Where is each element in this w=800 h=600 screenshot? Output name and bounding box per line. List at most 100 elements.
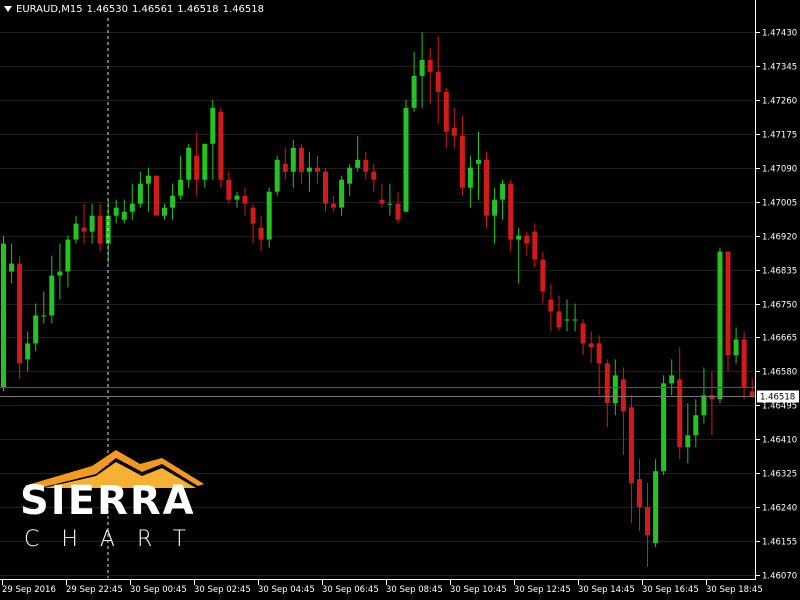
candle-body bbox=[81, 227, 87, 232]
candle bbox=[218, 107, 224, 188]
candle-body bbox=[419, 59, 425, 76]
candle-body bbox=[282, 163, 288, 172]
candle-body bbox=[435, 71, 441, 92]
ohlc-high: 1.46561 bbox=[131, 4, 174, 15]
time-tick-label: 30 Sep 12:45 bbox=[514, 585, 571, 595]
candle-body bbox=[258, 227, 264, 240]
price-tick-label: 1.46325 bbox=[762, 470, 797, 480]
price-tick-label: 1.46835 bbox=[762, 267, 797, 277]
chart-header[interactable]: EURAUD,M15 1.46530 1.46561 1.46518 1.46518 bbox=[4, 4, 268, 15]
candle-body bbox=[588, 343, 594, 348]
time-tick-label: 30 Sep 06:45 bbox=[322, 585, 379, 595]
candle-body bbox=[137, 183, 143, 204]
candle-body bbox=[178, 179, 184, 196]
candle-body bbox=[331, 203, 337, 208]
sierra-chart-logo: SIERRA CHART bbox=[20, 448, 240, 558]
candle-body bbox=[170, 195, 176, 208]
candle-body bbox=[154, 175, 159, 216]
candle-body bbox=[645, 507, 650, 535]
candle-body bbox=[355, 159, 361, 168]
price-tick-label: 1.46070 bbox=[762, 572, 797, 582]
price-tick-label: 1.46240 bbox=[762, 504, 797, 514]
candle-body bbox=[234, 195, 240, 200]
candle-body bbox=[411, 75, 417, 108]
candle-body bbox=[403, 107, 409, 212]
candle-body bbox=[484, 159, 489, 216]
price-tick-label: 1.46750 bbox=[762, 301, 797, 311]
candle bbox=[266, 187, 272, 248]
candle-body bbox=[540, 259, 546, 292]
candle-body bbox=[194, 155, 200, 180]
current-price-label: 1.46518 bbox=[757, 390, 799, 403]
candle bbox=[274, 155, 280, 196]
time-tick-label: 29 Sep 2016 bbox=[2, 585, 56, 595]
candle-body bbox=[443, 91, 449, 132]
candle-body bbox=[693, 415, 699, 436]
candle-body bbox=[451, 127, 457, 136]
current-price-text: 1.46518 bbox=[760, 393, 795, 403]
candle-body bbox=[669, 375, 675, 384]
candle-body bbox=[186, 147, 192, 180]
candle-body bbox=[210, 107, 216, 144]
candle-body bbox=[596, 343, 602, 364]
price-tick-label: 1.47260 bbox=[762, 97, 797, 107]
candle bbox=[154, 175, 159, 216]
candle-body bbox=[733, 339, 739, 356]
candle-body bbox=[564, 319, 570, 321]
candle-body bbox=[717, 251, 723, 400]
chart-menu-triangle-icon[interactable] bbox=[4, 6, 12, 12]
candle-body bbox=[347, 167, 353, 184]
candle-body bbox=[500, 183, 506, 200]
time-tick-label: 30 Sep 02:45 bbox=[194, 585, 251, 595]
candle-body bbox=[65, 239, 71, 272]
candle-body bbox=[516, 235, 522, 240]
time-tick-label: 30 Sep 08:45 bbox=[386, 585, 443, 595]
candle-body bbox=[250, 207, 256, 224]
time-tick-label: 30 Sep 04:45 bbox=[258, 585, 315, 595]
candle-body bbox=[202, 143, 208, 180]
candle-body bbox=[604, 363, 610, 404]
price-tick-label: 1.47090 bbox=[762, 165, 797, 175]
candle-body bbox=[363, 159, 369, 172]
candle-body bbox=[17, 263, 23, 364]
time-tick-label: 30 Sep 00:45 bbox=[130, 585, 187, 595]
candle-body bbox=[290, 147, 296, 172]
candle bbox=[661, 375, 667, 476]
candle-body bbox=[637, 479, 642, 508]
candle bbox=[717, 247, 723, 404]
candle-body bbox=[524, 235, 530, 244]
candle-body bbox=[677, 379, 683, 448]
candle-body bbox=[218, 111, 224, 180]
candle-body bbox=[508, 183, 514, 240]
candle bbox=[725, 251, 731, 372]
candle-body bbox=[323, 171, 328, 204]
candle-body bbox=[427, 59, 433, 72]
candle-body bbox=[315, 167, 320, 172]
candle-body bbox=[371, 171, 377, 180]
candle-body bbox=[741, 339, 747, 388]
candle-body bbox=[25, 343, 31, 360]
candle-body bbox=[274, 159, 280, 192]
candle-body bbox=[725, 251, 731, 356]
price-tick-label: 1.46665 bbox=[762, 334, 797, 344]
price-tick-label: 1.46410 bbox=[762, 436, 797, 446]
candle bbox=[653, 459, 659, 548]
candle-body bbox=[620, 379, 626, 412]
candle bbox=[1, 235, 6, 392]
logo-word-chart: CHART bbox=[24, 527, 209, 552]
candle-body bbox=[298, 147, 304, 172]
price-tick-label: 1.46495 bbox=[762, 402, 797, 412]
candle-body bbox=[97, 215, 103, 244]
time-tick-label: 30 Sep 16:45 bbox=[642, 585, 699, 595]
candle bbox=[17, 255, 23, 380]
candle-body bbox=[145, 175, 151, 184]
candle-body bbox=[548, 299, 554, 312]
ohlc-low: 1.46518 bbox=[177, 4, 219, 15]
candle-body bbox=[685, 435, 691, 448]
logo-word-sierra: SIERRA bbox=[20, 478, 196, 524]
candle bbox=[403, 99, 409, 212]
time-tick-label: 30 Sep 14:45 bbox=[578, 585, 635, 595]
candle-body bbox=[709, 395, 715, 400]
ohlc-open: 1.46530 bbox=[86, 4, 128, 15]
price-tick-label: 1.47345 bbox=[762, 63, 797, 73]
